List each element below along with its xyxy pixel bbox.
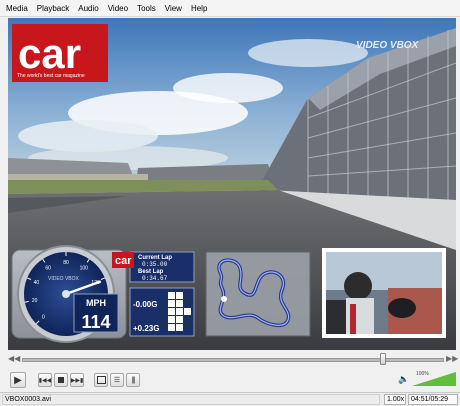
- gauge-tick-label: 40: [34, 280, 40, 286]
- seek-thumb[interactable]: [380, 353, 387, 365]
- g-force-panel: -0.00G +0.23G: [129, 287, 195, 337]
- track-position-marker: [221, 296, 227, 302]
- driver-camera: [322, 248, 446, 338]
- stop-icon: [58, 377, 64, 383]
- gauge-tick-label: 0: [42, 315, 45, 321]
- previous-icon: ▮◀◀: [38, 377, 52, 384]
- playlist-icon: ☰: [113, 377, 121, 384]
- menu-audio[interactable]: Audio: [78, 4, 98, 13]
- stop-button[interactable]: [54, 373, 68, 387]
- volume-label: 100%: [416, 371, 429, 377]
- speedometer: 020406080100120140160 VIDEO VBOX MPH 114: [11, 245, 127, 343]
- gauge-tick-label: 100: [80, 265, 89, 271]
- playlist-button[interactable]: ☰: [110, 373, 124, 387]
- video-frame: car The world's best car magazine VIDEO …: [8, 18, 456, 350]
- mini-car-logo: car: [115, 255, 132, 267]
- speed-value: 114: [81, 312, 110, 332]
- fullscreen-button[interactable]: [94, 373, 108, 387]
- gauge-brand: VIDEO VBOX: [48, 276, 80, 282]
- fullscreen-icon: [96, 376, 106, 384]
- equalizer-icon: |||: [131, 376, 136, 384]
- menu-tools[interactable]: Tools: [137, 4, 156, 13]
- status-speed[interactable]: 1.00x: [384, 394, 406, 405]
- menu-playback[interactable]: Playback: [37, 4, 69, 13]
- next-button[interactable]: ▶▶▮: [70, 373, 84, 387]
- menu-video[interactable]: Video: [108, 4, 128, 13]
- current-lap-time: 0:35.00: [142, 261, 168, 268]
- previous-button[interactable]: ▮◀◀: [38, 373, 52, 387]
- volume-slider[interactable]: 100%: [412, 371, 456, 387]
- fast-forward-icon[interactable]: ▶▶: [446, 354, 458, 363]
- play-icon: ▶: [14, 374, 22, 386]
- best-lap-time: 0:34.67: [142, 275, 168, 282]
- car-logo-text: car: [18, 30, 81, 77]
- seek-row: ◀◀ ▶▶: [0, 352, 460, 366]
- track-map: [205, 251, 311, 337]
- play-button[interactable]: ▶: [10, 372, 26, 388]
- gauge-tick-label: 60: [45, 265, 51, 271]
- video-display[interactable]: car The world's best car magazine VIDEO …: [8, 18, 456, 350]
- speaker-icon[interactable]: 🔈: [398, 374, 409, 385]
- rewind-icon[interactable]: ◀◀: [8, 354, 20, 363]
- extended-settings-button[interactable]: |||: [126, 373, 140, 387]
- gauge-tick-label: 20: [32, 298, 38, 304]
- menu-bar: Media Playback Audio Video Tools View He…: [0, 0, 460, 17]
- g-longitudinal: -0.00G: [133, 300, 157, 309]
- menu-view[interactable]: View: [165, 4, 182, 13]
- next-icon: ▶▶▮: [70, 377, 84, 384]
- speed-unit: MPH: [86, 298, 106, 308]
- g-lateral: +0.23G: [133, 324, 159, 333]
- status-time[interactable]: 04:51/05:29: [408, 394, 458, 405]
- status-filename: VBOX0003.avi: [2, 394, 380, 405]
- gauge-tick-label: 80: [63, 260, 69, 266]
- car-logo-tagline: The world's best car magazine: [17, 73, 85, 79]
- menu-help[interactable]: Help: [191, 4, 207, 13]
- menu-media[interactable]: Media: [6, 4, 28, 13]
- controls-bar: ▶ ▮◀◀ ▶▶▮ ☰ ||| 🔈 100%: [0, 369, 460, 391]
- status-bar: VBOX0003.avi 1.00x 04:51/05:29: [0, 392, 460, 406]
- vbox-logo: VIDEO VBOX: [356, 40, 420, 51]
